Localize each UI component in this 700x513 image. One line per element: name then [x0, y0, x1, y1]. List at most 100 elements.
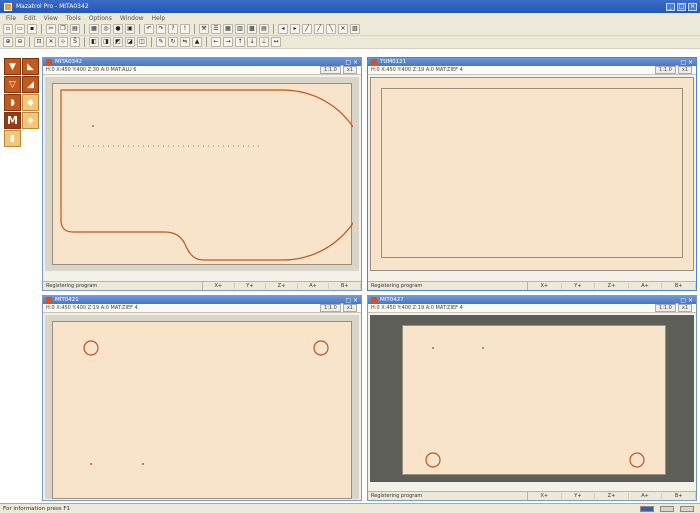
rotate-icon[interactable]: ↻ — [168, 37, 178, 47]
zoom-scale-button[interactable]: 1:1.0 — [655, 66, 676, 74]
toolbar-separator — [206, 37, 207, 47]
slash-icon[interactable]: ╱ — [314, 24, 324, 34]
text-icon[interactable]: Ŝ — [70, 37, 80, 47]
info-icon[interactable]: ! — [180, 24, 190, 34]
measure-icon[interactable]: ⊥ — [259, 37, 269, 47]
move-left-icon[interactable]: ← — [211, 37, 221, 47]
copy-icon[interactable]: ❐ — [58, 24, 68, 34]
layer-icon[interactable]: ◧ — [89, 37, 99, 47]
zoom-in-icon[interactable]: ⊕ — [3, 37, 13, 47]
pocket-icon[interactable]: ◣ — [22, 58, 39, 75]
table-icon[interactable]: ▦ — [223, 24, 233, 34]
connection-indicator — [640, 505, 654, 512]
preview-icon[interactable]: ◎ — [101, 24, 111, 34]
zoom-scale-button[interactable]: 1:1.0 — [655, 304, 676, 312]
warning-icon[interactable]: ▲ — [192, 37, 202, 47]
window-controls[interactable]: _ □ × — [340, 297, 361, 304]
part-canvas[interactable] — [52, 83, 369, 265]
maximize-button[interactable]: □ — [677, 2, 686, 11]
zoom-scale-button[interactable]: 1:1.0 — [320, 304, 341, 312]
num-indicator — [680, 505, 694, 512]
program-window-2[interactable]: TUM0121 _ □ × H:0 X:450 Y:400 Z:19 A:0 M… — [367, 57, 697, 291]
close-button[interactable]: × — [688, 2, 697, 11]
tool-icon[interactable]: ⚒ — [199, 24, 209, 34]
face-mill-icon[interactable]: ▼ — [4, 58, 21, 75]
layer-icon[interactable]: ◨ — [101, 37, 111, 47]
part-canvas[interactable] — [402, 325, 666, 475]
paste-icon[interactable]: ▤ — [70, 24, 80, 34]
undo-icon[interactable]: ↶ — [144, 24, 154, 34]
contour-icon[interactable]: ◗ — [4, 94, 21, 111]
part-canvas[interactable] — [370, 77, 694, 271]
window-controls[interactable]: _ □ × — [675, 297, 696, 304]
window-icon — [46, 297, 52, 303]
end-icon[interactable]: ▮ — [4, 130, 21, 147]
program-window-1[interactable]: MITA0342 _ □ × H:0 X:450 Y:400 Z:30 A:0 … — [42, 57, 369, 291]
zoom-factor-button[interactable]: x1 — [342, 66, 357, 74]
window-controls[interactable]: _ □ × — [340, 59, 361, 66]
grid-view-icon[interactable]: ▩ — [247, 24, 257, 34]
hole-pattern-drawing — [83, 340, 329, 465]
chart-icon[interactable]: ▥ — [235, 24, 245, 34]
program-window-4[interactable]: MIT0427 _ □ × H:0 X:450 Y:400 Z:19 A:0 M… — [367, 295, 697, 501]
hatch-icon[interactable]: ▧ — [350, 24, 360, 34]
cross-icon[interactable]: ✕ — [46, 37, 56, 47]
record-icon[interactable]: ● — [113, 24, 123, 34]
arrow-left-icon[interactable]: ◂ — [278, 24, 288, 34]
layer-icon[interactable]: ◪ — [125, 37, 135, 47]
minimize-button[interactable]: _ — [666, 2, 675, 11]
drill-icon[interactable]: ▽ — [4, 76, 21, 93]
redo-icon[interactable]: ↷ — [156, 24, 166, 34]
mirror-icon[interactable]: ⇋ — [180, 37, 190, 47]
window-titlebar: MIT0427 _ □ × — [368, 296, 696, 304]
layout-icon[interactable]: ▤ — [259, 24, 269, 34]
fit-icon[interactable]: ⊡ — [34, 37, 44, 47]
menu-help[interactable]: Help — [152, 15, 166, 22]
move-right-icon[interactable]: → — [223, 37, 233, 47]
line-icon[interactable]: ╲ — [326, 24, 336, 34]
program-window-3[interactable]: MIT0421 _ □ × H:0 X:450 Y:400 Z:19 A:0 M… — [42, 295, 362, 501]
window-title: MIT0427 — [380, 297, 404, 303]
axis-b: B+ — [662, 283, 696, 289]
new-file-icon[interactable]: ▫ — [3, 24, 13, 34]
arrow-right-icon[interactable]: ▸ — [290, 24, 300, 34]
layer-icon[interactable]: ◩ — [113, 37, 123, 47]
cut-icon[interactable]: ✂ — [46, 24, 56, 34]
zoom-factor-button[interactable]: x1 — [342, 304, 357, 312]
menu-edit[interactable]: Edit — [24, 15, 36, 22]
window-titlebar: TUM0121 _ □ × — [368, 58, 696, 66]
menu-options[interactable]: Options — [89, 15, 112, 22]
menu-file[interactable]: File — [6, 15, 16, 22]
macro-icon[interactable]: M — [4, 112, 21, 129]
close-doc-icon[interactable]: ✕ — [338, 24, 348, 34]
part-canvas[interactable] — [52, 321, 352, 499]
axis-x: X+ — [528, 283, 562, 289]
program-info: H:0 X:450 Y:400 Z:19 A:0 MAT:ZIEF 4 — [371, 67, 463, 73]
status-message: Registering program — [43, 282, 203, 290]
open-folder-icon[interactable]: ▭ — [15, 24, 25, 34]
save-icon[interactable]: ▪ — [27, 24, 37, 34]
zoom-factor-button[interactable]: x1 — [677, 66, 692, 74]
menu-window[interactable]: Window — [120, 15, 144, 22]
print-icon[interactable]: ▦ — [89, 24, 99, 34]
move-down-icon[interactable]: ↓ — [247, 37, 257, 47]
help-icon[interactable]: ? — [168, 24, 178, 34]
monitor-icon[interactable]: ▣ — [125, 24, 135, 34]
pointer-icon[interactable]: ⊹ — [58, 37, 68, 47]
slot-icon[interactable]: ◆ — [22, 94, 39, 111]
layer-icon[interactable]: ◫ — [137, 37, 147, 47]
zoom-factor-button[interactable]: x1 — [677, 304, 692, 312]
zoom-out-icon[interactable]: ⊖ — [15, 37, 25, 47]
dimension-icon[interactable]: ↔ — [271, 37, 281, 47]
hole-pattern-drawing — [425, 347, 645, 468]
chamfer-icon[interactable]: ◢ — [22, 76, 39, 93]
menu-tools[interactable]: Tools — [66, 15, 81, 22]
engrave-icon[interactable]: ◈ — [22, 112, 39, 129]
zoom-scale-button[interactable]: 1:1.0 — [320, 66, 341, 74]
menu-view[interactable]: View — [44, 15, 58, 22]
draw-icon[interactable]: ✎ — [156, 37, 166, 47]
move-up-icon[interactable]: ↑ — [235, 37, 245, 47]
slash-icon[interactable]: ╱ — [302, 24, 312, 34]
window-controls[interactable]: _ □ × — [675, 59, 696, 66]
list-icon[interactable]: ☰ — [211, 24, 221, 34]
